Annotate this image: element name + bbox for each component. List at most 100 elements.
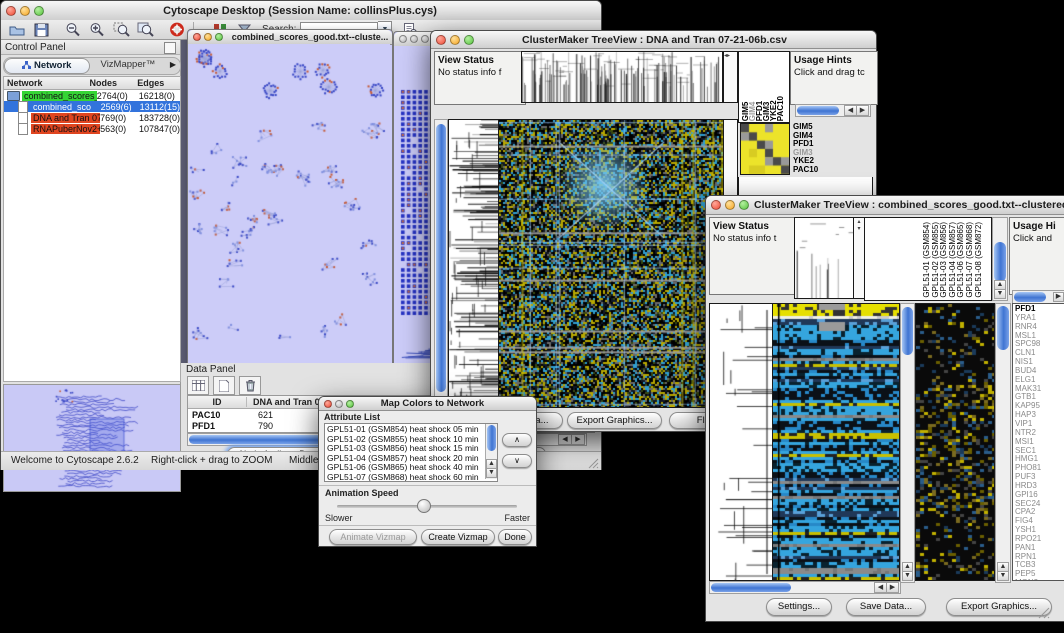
- network-list-row[interactable]: combined_scores_2764(0)16218(0): [4, 90, 180, 101]
- network-canvas[interactable]: [188, 44, 390, 362]
- network-list-row[interactable]: combined_sco2569(6)13112(15): [4, 101, 180, 112]
- speed-slider-thumb[interactable]: [417, 499, 431, 513]
- scrollbar-thumb[interactable]: [1014, 292, 1046, 302]
- close-button[interactable]: [193, 33, 201, 41]
- tv2-column-label[interactable]: GPL51-03 (GSM856): [939, 222, 948, 298]
- close-button[interactable]: [399, 35, 407, 43]
- scrollbar-thumb[interactable]: [994, 242, 1006, 282]
- export-graphics-button[interactable]: Export Graphics...: [946, 598, 1052, 616]
- treeview2-titlebar[interactable]: ClusterMaker TreeView : combined_scores_…: [706, 196, 1064, 215]
- scroll-left-arrow[interactable]: ◀: [558, 434, 572, 445]
- window-controls[interactable]: [319, 400, 359, 408]
- zoom-button[interactable]: [215, 33, 223, 41]
- scroll-right-arrow[interactable]: ▶: [886, 582, 899, 593]
- tv1-row-dendrogram[interactable]: [448, 119, 499, 408]
- tv2-heatmap-vscrollbar[interactable]: ▲ ▼: [900, 303, 915, 583]
- tv1-column-dendrogram[interactable]: [521, 51, 723, 103]
- dialog-titlebar[interactable]: Map Colors to Network: [319, 397, 536, 411]
- close-button[interactable]: [436, 35, 446, 45]
- minimize-button[interactable]: [20, 6, 30, 16]
- birdseye-canvas[interactable]: [4, 385, 178, 489]
- list-vscrollbar[interactable]: ▲ ▼: [485, 424, 497, 479]
- scrollbar-thumb[interactable]: [487, 425, 496, 451]
- tv2-summary-heatmap[interactable]: [915, 303, 995, 581]
- open-session-button[interactable]: [5, 19, 29, 40]
- treeview1-titlebar[interactable]: ClusterMaker TreeView : DNA and Tran 07-…: [431, 31, 876, 49]
- tv2-column-label[interactable]: GPL51-01 (GSM854): [922, 222, 931, 298]
- minimize-button[interactable]: [204, 33, 212, 41]
- zoom-button[interactable]: [739, 200, 749, 210]
- tv1-column-label[interactable]: YKE2: [769, 96, 776, 121]
- done-button[interactable]: Done: [498, 529, 532, 545]
- tv2-hscrollbar[interactable]: ◀ ▶: [709, 581, 901, 594]
- tv1-column-label[interactable]: GIM4: [748, 96, 755, 121]
- window-controls[interactable]: [706, 200, 754, 210]
- tv2-label-vscrollbar[interactable]: ▲ ▼: [992, 217, 1008, 301]
- export-graphics-button[interactable]: Export Graphics...: [567, 412, 662, 429]
- zoom-button[interactable]: [346, 400, 354, 408]
- zoom-out-icon[interactable]: [61, 19, 85, 40]
- window-controls[interactable]: [188, 33, 228, 41]
- minimize-button[interactable]: [410, 35, 418, 43]
- resize-grip[interactable]: [588, 458, 599, 469]
- network-table-header[interactable]: Network Nodes Edges: [4, 77, 180, 90]
- zoom-selected-icon[interactable]: [109, 19, 133, 40]
- scroll-right-arrow[interactable]: ▶: [571, 434, 585, 445]
- tv1-row-label[interactable]: PAC10: [793, 166, 871, 175]
- attribute-listbox[interactable]: GPL51-01 (GSM854) heat shock 05 minGPL51…: [324, 423, 498, 482]
- tv1-summary-heatmap[interactable]: [740, 123, 790, 175]
- close-button[interactable]: [711, 200, 721, 210]
- zoom-fit-icon[interactable]: [133, 19, 157, 40]
- settings-button[interactable]: Settings...: [766, 598, 832, 616]
- close-button[interactable]: [324, 400, 332, 408]
- gene-label[interactable]: MON2: [1015, 579, 1064, 581]
- scrollbar-thumb[interactable]: [997, 306, 1009, 350]
- minimize-button[interactable]: [335, 400, 343, 408]
- scroll-down-arrow[interactable]: ▼: [486, 468, 497, 478]
- move-up-button[interactable]: ∧: [502, 433, 532, 447]
- create-vizmap-button[interactable]: Create Vizmap: [421, 529, 495, 545]
- save-data-button[interactable]: Save Data...: [846, 598, 926, 616]
- tab-overflow-arrow[interactable]: ▶: [166, 58, 180, 74]
- tv2-summary-vscrollbar[interactable]: ▲ ▼: [995, 303, 1011, 583]
- float-panel-icon[interactable]: [164, 42, 176, 54]
- move-down-button[interactable]: ∨: [502, 454, 532, 468]
- tv1-vscrollbar[interactable]: [434, 119, 448, 410]
- scrollbar-thumb[interactable]: [797, 106, 839, 115]
- close-button[interactable]: [6, 6, 16, 16]
- scroll-right-arrow[interactable]: ▶: [1053, 292, 1064, 302]
- scroll-down-arrow[interactable]: ▼: [902, 571, 913, 581]
- attribute-list-item[interactable]: GPL51-07 (GSM868) heat shock 60 min: [327, 473, 495, 482]
- tv2-column-label[interactable]: GPL51-06 (GSM865): [956, 222, 965, 298]
- network-view-titlebar[interactable]: combined_scores_good.txt--cluste...: [188, 30, 392, 45]
- scroll-right-arrow[interactable]: ▶: [856, 105, 869, 116]
- network-list-row[interactable]: RNAPuberNov2+563(0)107847(0): [4, 123, 180, 134]
- scrollbar-thumb[interactable]: [902, 307, 913, 355]
- tv2-gene-hscrollbar[interactable]: ▶: [1012, 290, 1064, 304]
- tab-network[interactable]: Network: [4, 58, 90, 74]
- tv2-column-label[interactable]: GPL51-02 (GSM855): [931, 222, 940, 298]
- minimize-button[interactable]: [450, 35, 460, 45]
- tv1-column-label[interactable]: PFD1: [755, 96, 762, 121]
- tab-vizmapper[interactable]: VizMapper™: [90, 58, 166, 74]
- scrollbar-thumb[interactable]: [711, 583, 791, 592]
- tv2-row-dendrogram[interactable]: [709, 303, 773, 581]
- zoom-button[interactable]: [421, 35, 429, 43]
- zoom-button[interactable]: [34, 6, 44, 16]
- tv2-gene-list[interactable]: PFD1YRA1RNR4MSL1SPC98CLN1NIS1BUD4ELG1MAK…: [1013, 304, 1064, 581]
- scroll-down-arrow[interactable]: ▼: [994, 289, 1006, 299]
- birdseye-view[interactable]: [3, 384, 181, 492]
- main-titlebar[interactable]: Cytoscape Desktop (Session Name: collins…: [1, 1, 601, 21]
- resize-grip[interactable]: [1038, 607, 1050, 619]
- tv1-column-label[interactable]: GIM5: [741, 96, 748, 121]
- help-ring-icon[interactable]: [165, 19, 189, 40]
- tv1-mini-arrows[interactable]: ◂▸: [723, 51, 738, 103]
- zoom-button[interactable]: [464, 35, 474, 45]
- scroll-down-arrow[interactable]: ▼: [997, 571, 1009, 581]
- tv1-column-label[interactable]: PAC10: [776, 96, 783, 121]
- zoom-in-icon[interactable]: [85, 19, 109, 40]
- tv1-hscrollbar[interactable]: ◀ ▶: [795, 104, 871, 117]
- tv1-heatmap[interactable]: [498, 119, 724, 408]
- new-attribute-icon[interactable]: [213, 376, 235, 395]
- tv2-heatmap[interactable]: [772, 303, 900, 581]
